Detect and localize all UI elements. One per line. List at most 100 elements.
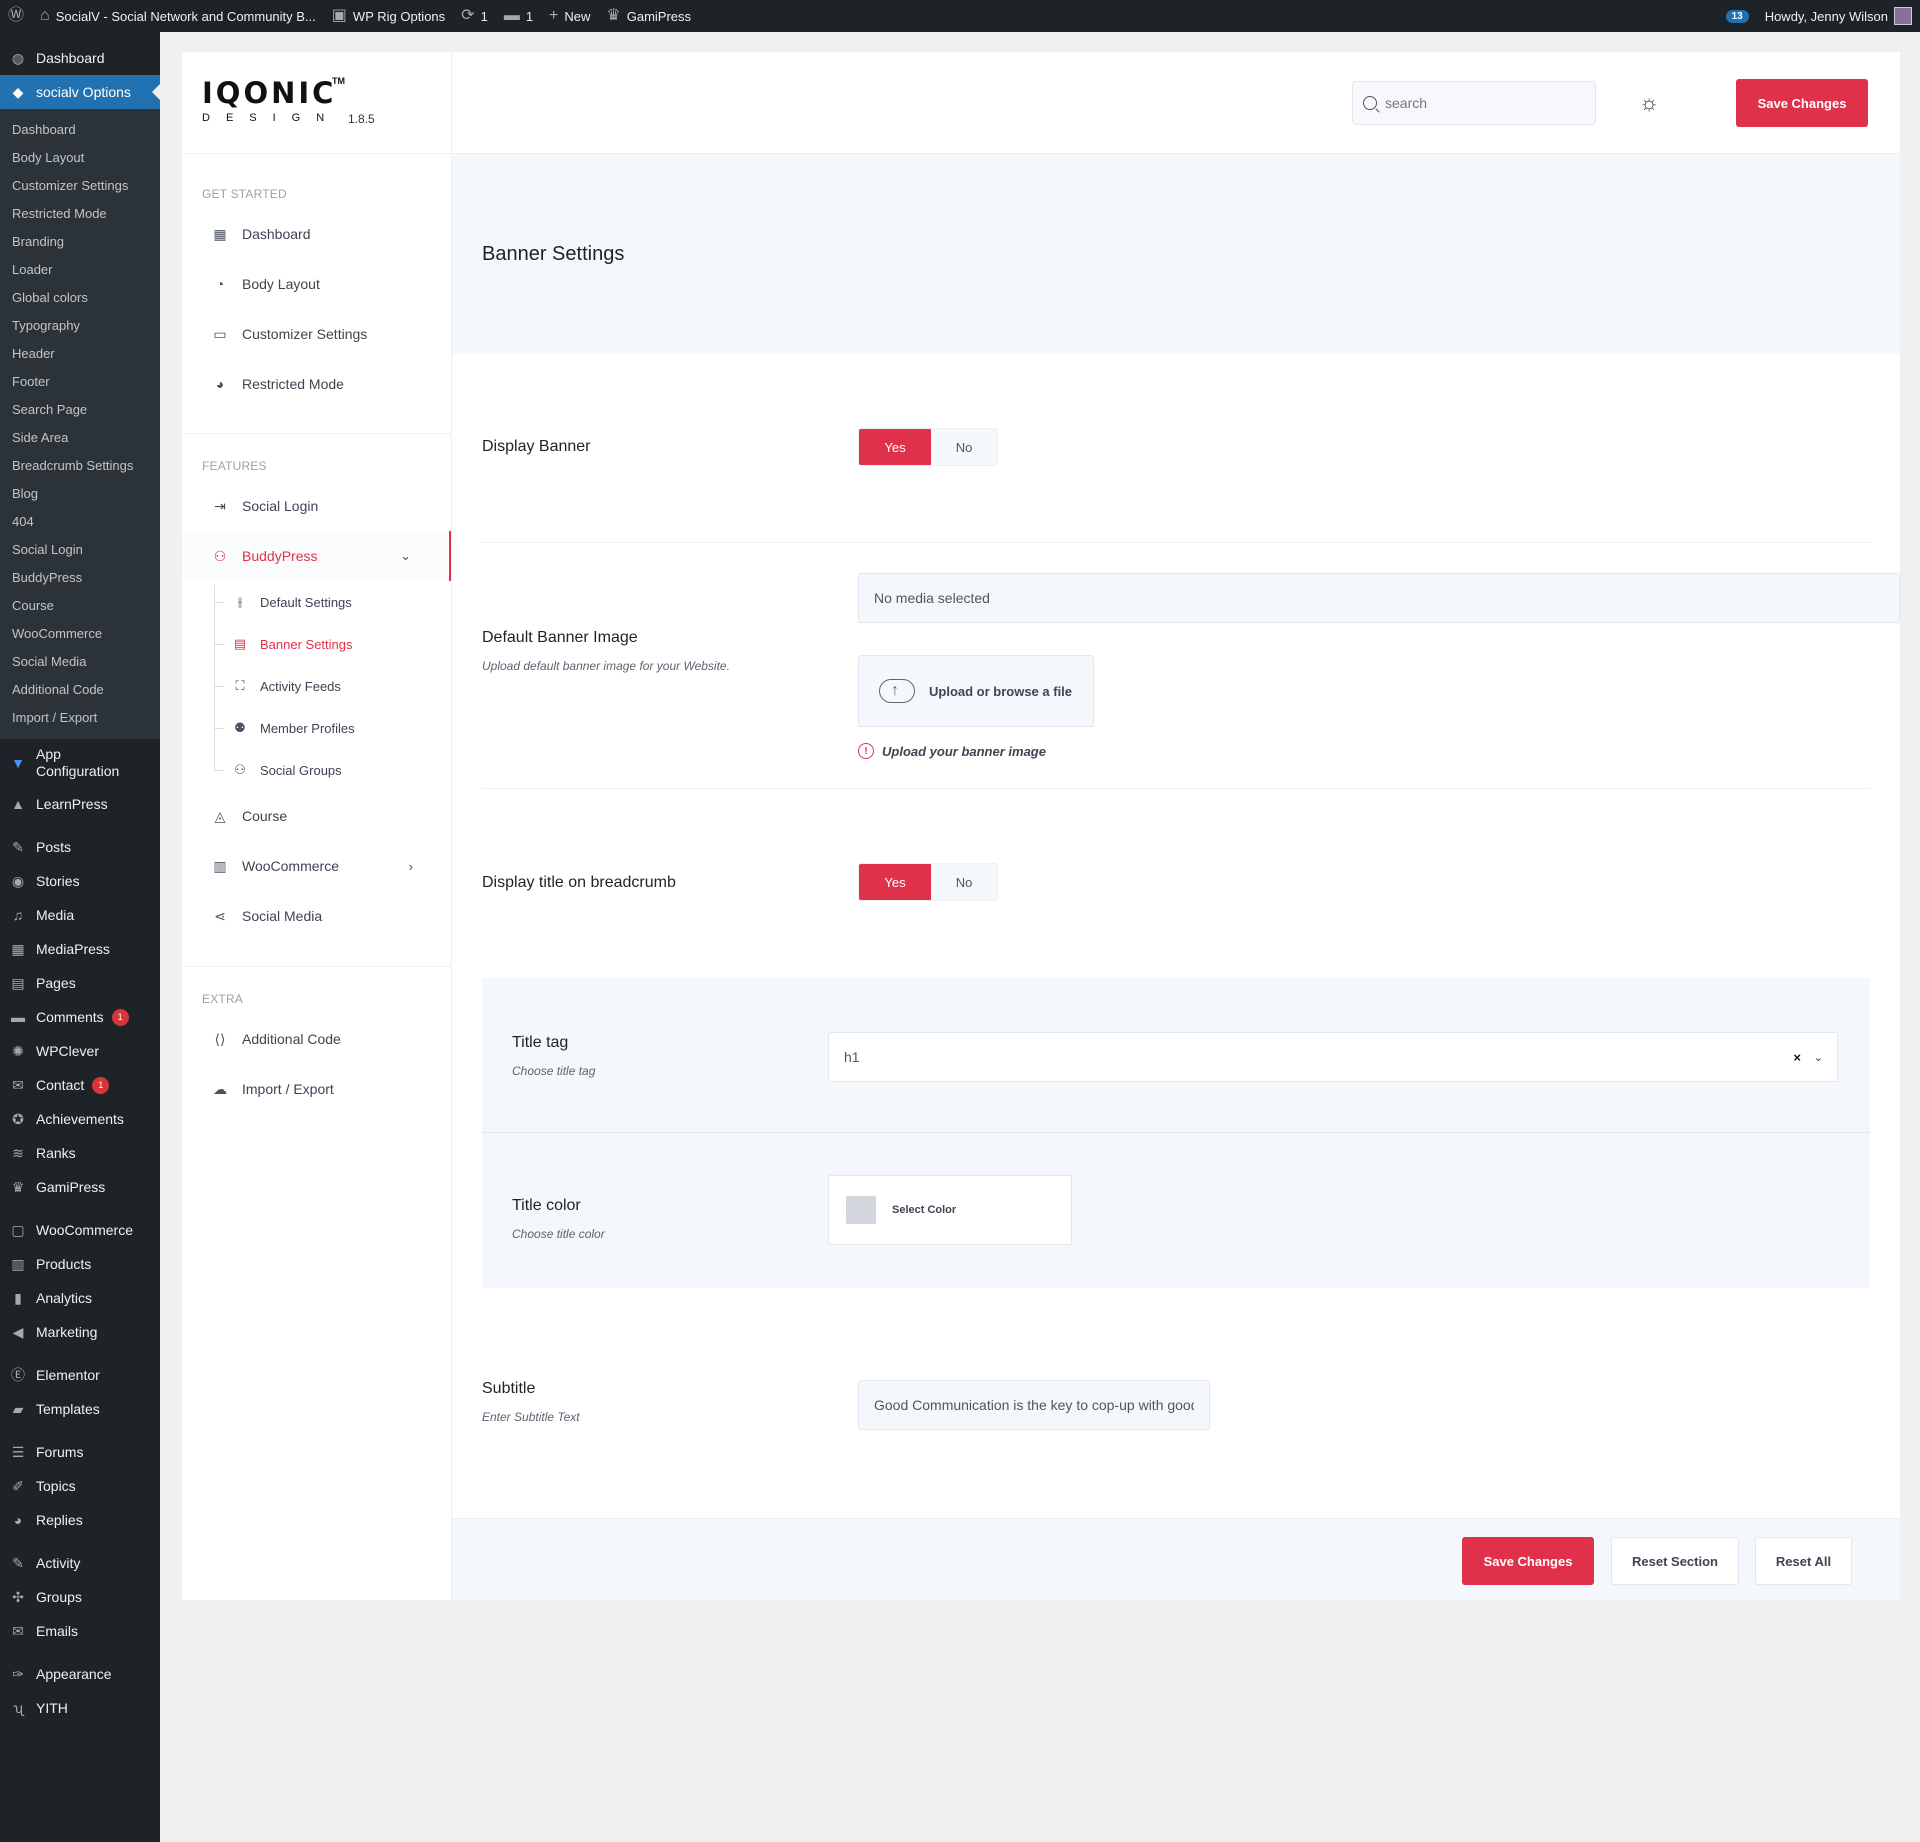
nav-member-profiles[interactable]: ⚉ Member Profiles: [214, 707, 451, 749]
admin-bar: Ⓦ ⌂ SocialV - Social Network and Communi…: [0, 0, 1920, 32]
toggle-yes[interactable]: Yes: [859, 864, 931, 900]
menu-pages[interactable]: ▤ Pages: [0, 966, 160, 1000]
nav-default-settings[interactable]: ⫲ Default Settings: [214, 581, 451, 623]
menu-activity[interactable]: ✎ Activity: [0, 1546, 160, 1580]
menu-achievements[interactable]: ✪ Achievements: [0, 1102, 160, 1136]
submenu-item[interactable]: Dashboard: [0, 115, 160, 143]
menu-replies[interactable]: ◕ Replies: [0, 1503, 160, 1537]
menu-groups[interactable]: ✣ Groups: [0, 1580, 160, 1614]
subtitle-input[interactable]: [858, 1380, 1210, 1430]
new-content-link[interactable]: + New: [541, 0, 598, 32]
comments-link[interactable]: ▬ 1: [496, 0, 541, 32]
menu-elementor[interactable]: Ⓔ Elementor: [0, 1358, 160, 1392]
nav-social-login[interactable]: ⇥ Social Login: [182, 481, 451, 531]
menu-mediapress[interactable]: ▦ MediaPress: [0, 932, 160, 966]
nav-body-layout[interactable]: ◔ Body Layout: [182, 259, 451, 309]
submenu-item[interactable]: 404: [0, 507, 160, 535]
menu-products[interactable]: ▥ Products: [0, 1247, 160, 1281]
updates-link[interactable]: ⟳ 1: [453, 0, 496, 32]
toggle-no[interactable]: No: [931, 864, 997, 900]
save-changes-button-footer[interactable]: Save Changes: [1462, 1537, 1594, 1585]
field-breadcrumb-title: Display title on breadcrumb Yes No: [482, 789, 1870, 978]
submenu-item[interactable]: Restricted Mode: [0, 199, 160, 227]
menu-yith[interactable]: ʯ YITH: [0, 1691, 160, 1725]
media-url-field[interactable]: No media selected: [858, 573, 1900, 623]
nav-import-export[interactable]: ☁ Import / Export: [182, 1064, 451, 1114]
submenu-item[interactable]: Social Media: [0, 647, 160, 675]
field-subtitle: Subtitle Enter Subtitle Text: [482, 1288, 1870, 1524]
submenu-item[interactable]: Course: [0, 591, 160, 619]
menu-comments[interactable]: ▬ Comments 1: [0, 1000, 160, 1034]
title-tag-select[interactable]: h1 × ⌄: [828, 1032, 1838, 1082]
nav-buddypress[interactable]: ⚇ BuddyPress ⌄: [182, 531, 451, 581]
menu-posts[interactable]: ✎ Posts: [0, 830, 160, 864]
save-changes-button[interactable]: Save Changes: [1736, 79, 1868, 127]
theme-toggle-sun-icon[interactable]: ☼: [1639, 92, 1659, 114]
submenu-item[interactable]: Branding: [0, 227, 160, 255]
menu-ranks[interactable]: ≋ Ranks: [0, 1136, 160, 1170]
submenu-item[interactable]: Breadcrumb Settings: [0, 451, 160, 479]
menu-forums[interactable]: ☰ Forums: [0, 1435, 160, 1469]
search-box[interactable]: [1352, 81, 1596, 125]
menu-media[interactable]: ♫ Media: [0, 898, 160, 932]
menu-wpclever[interactable]: ✺ WPClever: [0, 1034, 160, 1068]
nav-course[interactable]: ◬ Course: [182, 791, 451, 841]
menu-learnpress[interactable]: ▲ LearnPress: [0, 787, 160, 821]
nav-customizer-settings[interactable]: ▭ Customizer Settings: [182, 309, 451, 359]
submenu-item[interactable]: Customizer Settings: [0, 171, 160, 199]
menu-emails[interactable]: ✉ Emails: [0, 1614, 160, 1648]
nav-social-media[interactable]: ⋖ Social Media: [182, 891, 451, 941]
menu-templates[interactable]: ▰ Templates: [0, 1392, 160, 1426]
submenu-item[interactable]: Footer: [0, 367, 160, 395]
menu-appearance[interactable]: ✑ Appearance: [0, 1657, 160, 1691]
select-color-button[interactable]: Select Color: [828, 1175, 1072, 1245]
menu-analytics[interactable]: ▮ Analytics: [0, 1281, 160, 1315]
search-input[interactable]: [1385, 95, 1565, 111]
nav-additional-code[interactable]: ⟨⟩ Additional Code: [182, 1014, 451, 1064]
nav-activity-feeds[interactable]: ⛶ Activity Feeds: [214, 665, 451, 707]
menu-dashboard[interactable]: ◍ Dashboard: [0, 41, 160, 75]
notifications-link[interactable]: 13: [1718, 0, 1757, 32]
clear-icon[interactable]: ×: [1793, 1050, 1801, 1065]
nav-restricted-mode[interactable]: ◕ Restricted Mode: [182, 359, 451, 409]
submenu-item[interactable]: Typography: [0, 311, 160, 339]
submenu-item[interactable]: Social Login: [0, 535, 160, 563]
nav-woocommerce[interactable]: ▥ WooCommerce ›: [182, 841, 451, 891]
toggle-yes[interactable]: Yes: [859, 429, 931, 465]
reset-section-button[interactable]: Reset Section: [1611, 1537, 1739, 1585]
display-banner-toggle[interactable]: Yes No: [858, 428, 998, 466]
site-name-link[interactable]: ⌂ SocialV - Social Network and Community…: [32, 0, 324, 32]
menu-gamipress[interactable]: ♛ GamiPress: [0, 1170, 160, 1204]
menu-stories[interactable]: ◉ Stories: [0, 864, 160, 898]
menu-app-configuration[interactable]: ▼ App Configuration: [0, 739, 160, 787]
menu-topics[interactable]: ✐ Topics: [0, 1469, 160, 1503]
submenu-item[interactable]: Header: [0, 339, 160, 367]
submenu-item[interactable]: Blog: [0, 479, 160, 507]
nav-banner-settings[interactable]: ▤ Banner Settings: [214, 623, 451, 665]
submenu-item[interactable]: Loader: [0, 255, 160, 283]
menu-socialv-options[interactable]: ◆ socialv Options: [0, 75, 160, 109]
submenu-item[interactable]: BuddyPress: [0, 563, 160, 591]
menu-marketing[interactable]: ◀ Marketing: [0, 1315, 160, 1349]
breadcrumb-title-toggle[interactable]: Yes No: [858, 863, 998, 901]
reset-all-button[interactable]: Reset All: [1755, 1537, 1852, 1585]
submenu-item[interactable]: Body Layout: [0, 143, 160, 171]
submenu-item[interactable]: Import / Export: [0, 703, 160, 731]
menu-contact[interactable]: ✉ Contact 1: [0, 1068, 160, 1102]
submenu-item[interactable]: Side Area: [0, 423, 160, 451]
toggle-no[interactable]: No: [931, 429, 997, 465]
submenu-item[interactable]: Search Page: [0, 395, 160, 423]
submenu-item[interactable]: WooCommerce: [0, 619, 160, 647]
upload-button[interactable]: Upload or browse a file: [858, 655, 1094, 727]
nav-dashboard[interactable]: ▦ Dashboard: [182, 209, 451, 259]
my-account-link[interactable]: Howdy, Jenny Wilson: [1757, 0, 1920, 32]
wordpress-logo-icon[interactable]: Ⓦ: [0, 0, 32, 32]
gamipress-link[interactable]: ♛ GamiPress: [598, 0, 699, 32]
mail-icon: ✉: [12, 1076, 24, 1093]
submenu-item[interactable]: Global colors: [0, 283, 160, 311]
nav-social-groups[interactable]: ⚇ Social Groups: [214, 749, 451, 791]
chevron-down-icon[interactable]: ⌄: [1814, 1051, 1823, 1064]
submenu-item[interactable]: Additional Code: [0, 675, 160, 703]
menu-woocommerce[interactable]: ▢ WooCommerce: [0, 1213, 160, 1247]
wp-rig-options-link[interactable]: ▣ WP Rig Options: [324, 0, 453, 32]
